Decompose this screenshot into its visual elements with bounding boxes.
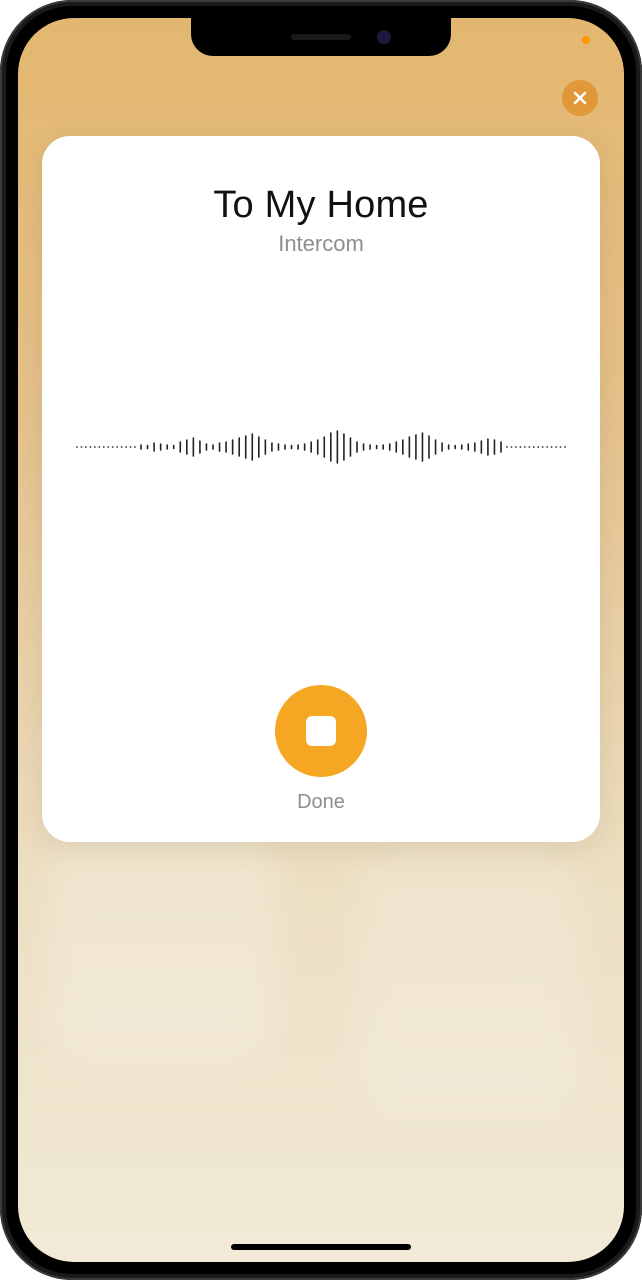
front-camera [377,30,391,44]
recording-indicator-icon [582,36,590,44]
done-label: Done [297,791,345,814]
audio-waveform [66,417,576,477]
screen: To My Home Intercom Done [18,18,624,1262]
close-icon [572,90,588,106]
controls: Done [275,685,367,814]
waveform-icon [66,417,576,477]
notch [191,18,451,56]
card-subtitle: Intercom [278,231,364,257]
stop-icon [306,716,336,746]
close-button[interactable] [562,80,598,116]
card-title: To My Home [213,184,428,227]
intercom-card: To My Home Intercom Done [42,136,600,842]
background-tile [48,832,278,1062]
device-frame: To My Home Intercom Done [0,0,642,1280]
stop-button[interactable] [275,685,367,777]
home-indicator[interactable] [231,1244,411,1250]
background-tile [354,852,584,1112]
speaker-grille [291,34,351,40]
